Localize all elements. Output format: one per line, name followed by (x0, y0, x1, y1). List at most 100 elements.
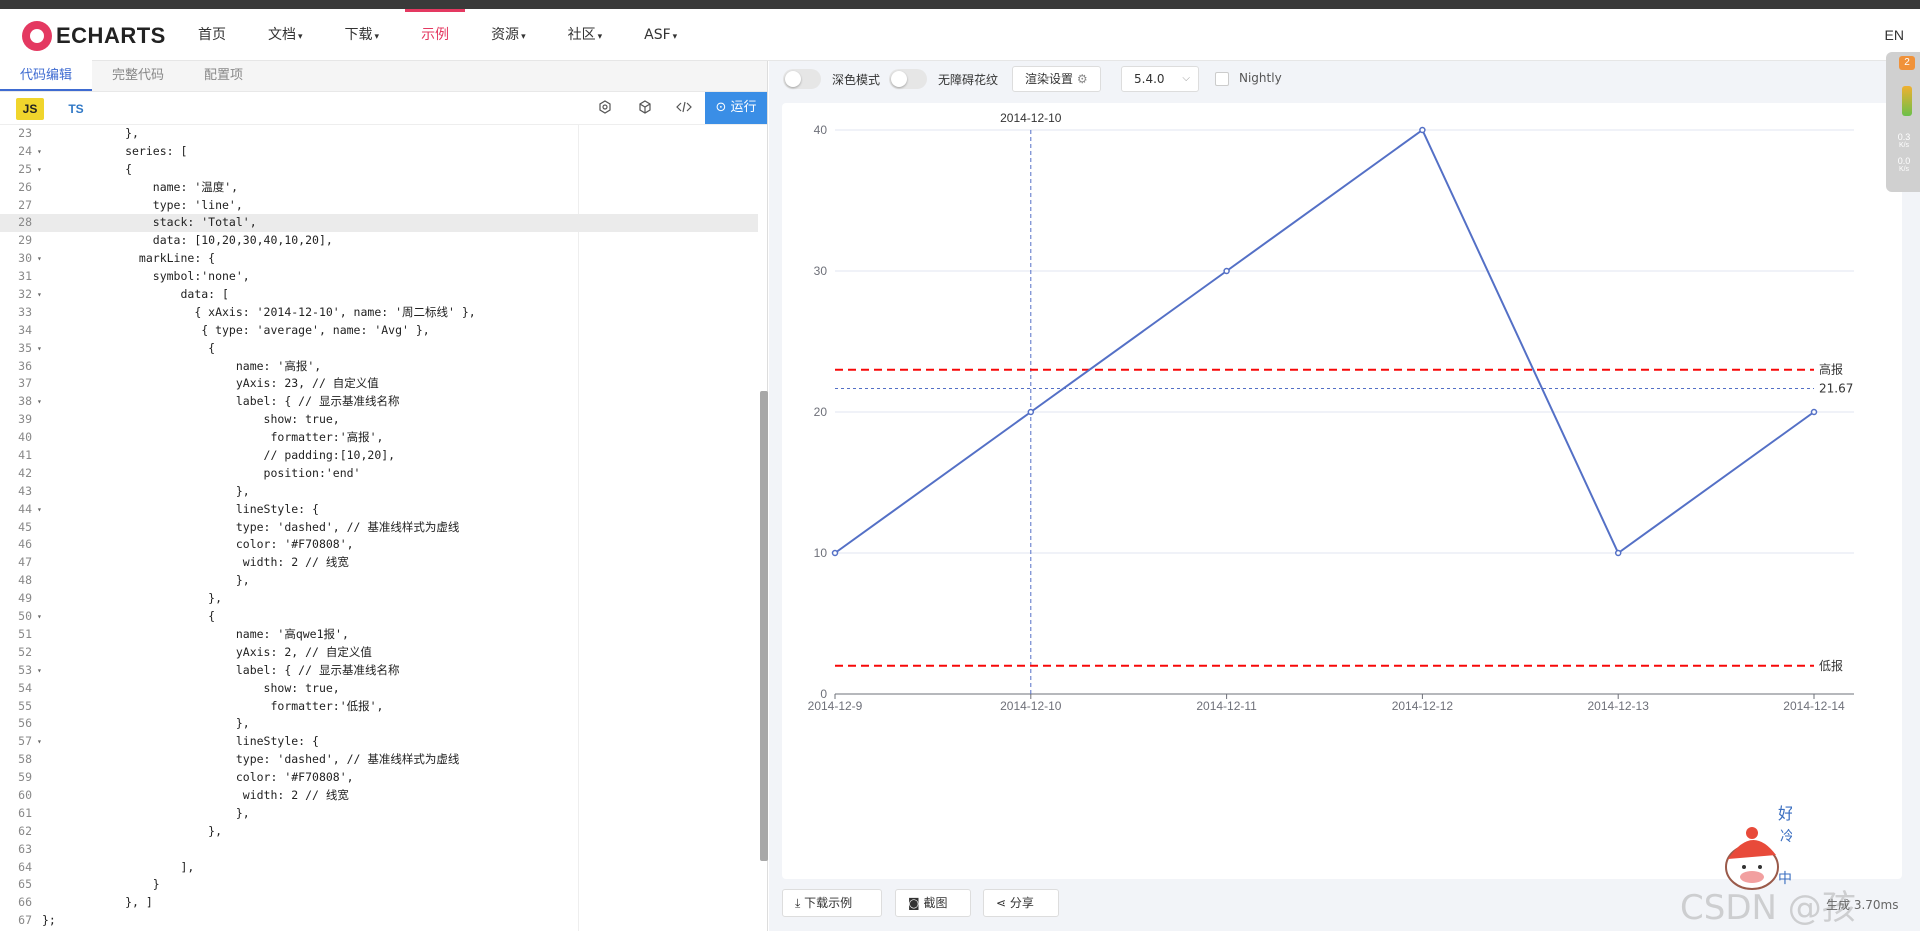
code-text: symbol:'none', (42, 269, 250, 284)
code-line[interactable]: 55 formatter:'低报', (0, 698, 758, 716)
download-example-button[interactable]: ⤓ 下载示例 (782, 889, 882, 917)
chart-container[interactable]: 0 10 20 30 40 2014-12-9 2014-12-10 2014-12-11 20… (782, 103, 1902, 879)
code-line[interactable]: 29 data: [10,20,30,40,10,20], (0, 232, 758, 250)
code-icon[interactable] (675, 100, 693, 118)
share-button[interactable]: ⋖ 分享 (983, 889, 1059, 917)
code-line[interactable]: 60 width: 2 // 线宽 (0, 787, 758, 805)
line-number: 29 (18, 233, 32, 248)
nav-item-3[interactable]: 示例 (403, 9, 467, 61)
x-tick-label: 2014-12-10 (1000, 699, 1062, 713)
code-line[interactable]: 44 lineStyle: { (0, 501, 758, 519)
code-line[interactable]: 32 data: [ (0, 286, 758, 304)
code-line[interactable]: 41 // padding:[10,20], (0, 447, 758, 465)
code-editor[interactable]: 23 },24 series: [25 {26 name: '温度',27 ty… (0, 125, 758, 931)
code-line[interactable]: 43 }, (0, 483, 758, 501)
code-line[interactable]: 42 position:'end' (0, 465, 758, 483)
code-line[interactable]: 50 { (0, 608, 758, 626)
code-text: }, (42, 573, 250, 588)
code-line[interactable]: 53 label: { // 显示基准线名称 (0, 662, 758, 680)
code-line[interactable]: 38 label: { // 显示基准线名称 (0, 393, 758, 411)
nav-item-4[interactable]: 资源 ▾ (473, 9, 544, 61)
lang-js-button[interactable]: JS (16, 98, 44, 120)
dark-mode-toggle[interactable] (783, 69, 821, 89)
nav-item-5[interactable]: 社区 ▾ (550, 9, 621, 61)
code-line[interactable]: 34 { type: 'average', name: 'Avg' }, (0, 322, 758, 340)
notification-badge: 2 (1899, 56, 1915, 70)
code-line[interactable]: 49 }, (0, 590, 758, 608)
code-line[interactable]: 54 show: true, (0, 680, 758, 698)
line-chart[interactable]: 0102030402014-12-9 2014-12-10 2014-12-11 20… (782, 103, 1902, 879)
code-line[interactable]: 45 type: 'dashed', // 基准线样式为虚线 (0, 519, 758, 537)
run-button[interactable]: ⊙ 运行 (705, 92, 767, 124)
version-select[interactable]: 5.4.0 ⌵ (1121, 66, 1199, 92)
code-line[interactable]: 59 color: '#F70808', (0, 769, 758, 787)
mark-line-label: 低报 (1819, 658, 1843, 673)
preview-controls: 深色模式 无障碍花纹 渲染设置 ⚙ 5.4.0 ⌵ Nightly (769, 61, 1920, 97)
code-line[interactable]: 27 type: 'line', (0, 197, 758, 215)
editor-scrollbar[interactable] (760, 391, 768, 861)
line-number: 46 (18, 537, 32, 552)
code-line[interactable]: 28 stack: 'Total', (0, 214, 758, 233)
code-line[interactable]: 48 }, (0, 572, 758, 590)
x-tick-label: 2014-12-13 (1588, 699, 1650, 713)
echarts-logo[interactable]: ECHARTS (22, 21, 166, 51)
nav-item-0[interactable]: 首页 (180, 9, 244, 61)
code-line[interactable]: 57 lineStyle: { (0, 733, 758, 751)
code-text: ], (42, 859, 195, 874)
code-line[interactable]: 58 type: 'dashed', // 基准线样式为虚线 (0, 751, 758, 769)
code-text: lineStyle: { (42, 501, 319, 516)
line-number: 33 (18, 304, 32, 319)
line-number: 41 (18, 448, 32, 463)
mark-line-label: 高报 (1819, 362, 1843, 377)
code-line[interactable]: 51 name: '高qwe1报', (0, 626, 758, 644)
editor-tab-1[interactable]: 完整代码 (92, 60, 184, 91)
run-label: 运行 (730, 100, 757, 115)
speed-bar (1902, 86, 1912, 116)
nav-item-2[interactable]: 下载 ▾ (327, 9, 398, 61)
code-text: } (42, 877, 160, 892)
line-number: 54 (18, 680, 32, 695)
a11y-toggle[interactable] (889, 69, 927, 89)
render-settings-button[interactable]: 渲染设置 ⚙ (1012, 66, 1101, 92)
nav-item-6[interactable]: ASF ▾ (626, 9, 695, 61)
code-line[interactable]: 33 { xAxis: '2014-12-10', name: '周二标线' }… (0, 304, 758, 322)
network-speed-widget[interactable]: 2 0.3 K/s 0.0 K/s (1886, 52, 1920, 192)
code-line[interactable]: 39 show: true, (0, 411, 758, 429)
screenshot-label: 截图 (923, 896, 948, 910)
code-line[interactable]: 52 yAxis: 2, // 自定义值 (0, 644, 758, 662)
screenshot-button[interactable]: ◙ 截图 (895, 889, 971, 917)
code-line[interactable]: 47 width: 2 // 线宽 (0, 554, 758, 572)
editor-tab-2[interactable]: 配置项 (184, 60, 263, 91)
language-bar: JS TS ⊙ 运行 (0, 92, 767, 125)
code-line[interactable]: 35 { (0, 340, 758, 358)
format-icon[interactable] (596, 100, 614, 118)
code-line[interactable]: 37 yAxis: 23, // 自定义值 (0, 375, 758, 393)
code-line[interactable]: 65 } (0, 876, 758, 894)
line-number: 38 (0, 393, 42, 411)
code-line[interactable]: 36 name: '高报', (0, 358, 758, 376)
editor-tab-0[interactable]: 代码编辑 (0, 60, 93, 91)
lang-ts-button[interactable]: TS (62, 98, 90, 120)
code-line[interactable]: 23 }, (0, 125, 758, 143)
code-line[interactable]: 56 }, (0, 715, 758, 733)
code-line[interactable]: 64 ], (0, 859, 758, 877)
code-line[interactable]: 67}; (0, 912, 758, 930)
cube-icon[interactable] (636, 100, 654, 118)
code-line[interactable]: 61 }, (0, 805, 758, 823)
code-line[interactable]: 63 (0, 841, 758, 859)
code-line[interactable]: 26 name: '温度', (0, 179, 758, 197)
x-tick-label: 2014-12-9 (808, 699, 863, 713)
code-line[interactable]: 24 series: [ (0, 143, 758, 161)
code-line[interactable]: 62 }, (0, 823, 758, 841)
code-line[interactable]: 40 formatter:'高报', (0, 429, 758, 447)
nightly-checkbox[interactable] (1215, 72, 1229, 86)
code-line[interactable]: 66 }, ] (0, 894, 758, 912)
code-text: }, (42, 805, 250, 820)
code-line[interactable]: 25 { (0, 161, 758, 179)
code-text: type: 'dashed', // 基准线样式为虚线 (42, 752, 460, 767)
nav-item-1[interactable]: 文档 ▾ (250, 9, 321, 61)
code-line[interactable]: 30 markLine: { (0, 250, 758, 268)
code-line[interactable]: 31 symbol:'none', (0, 268, 758, 286)
logo-icon (22, 21, 52, 51)
code-line[interactable]: 46 color: '#F70808', (0, 536, 758, 554)
